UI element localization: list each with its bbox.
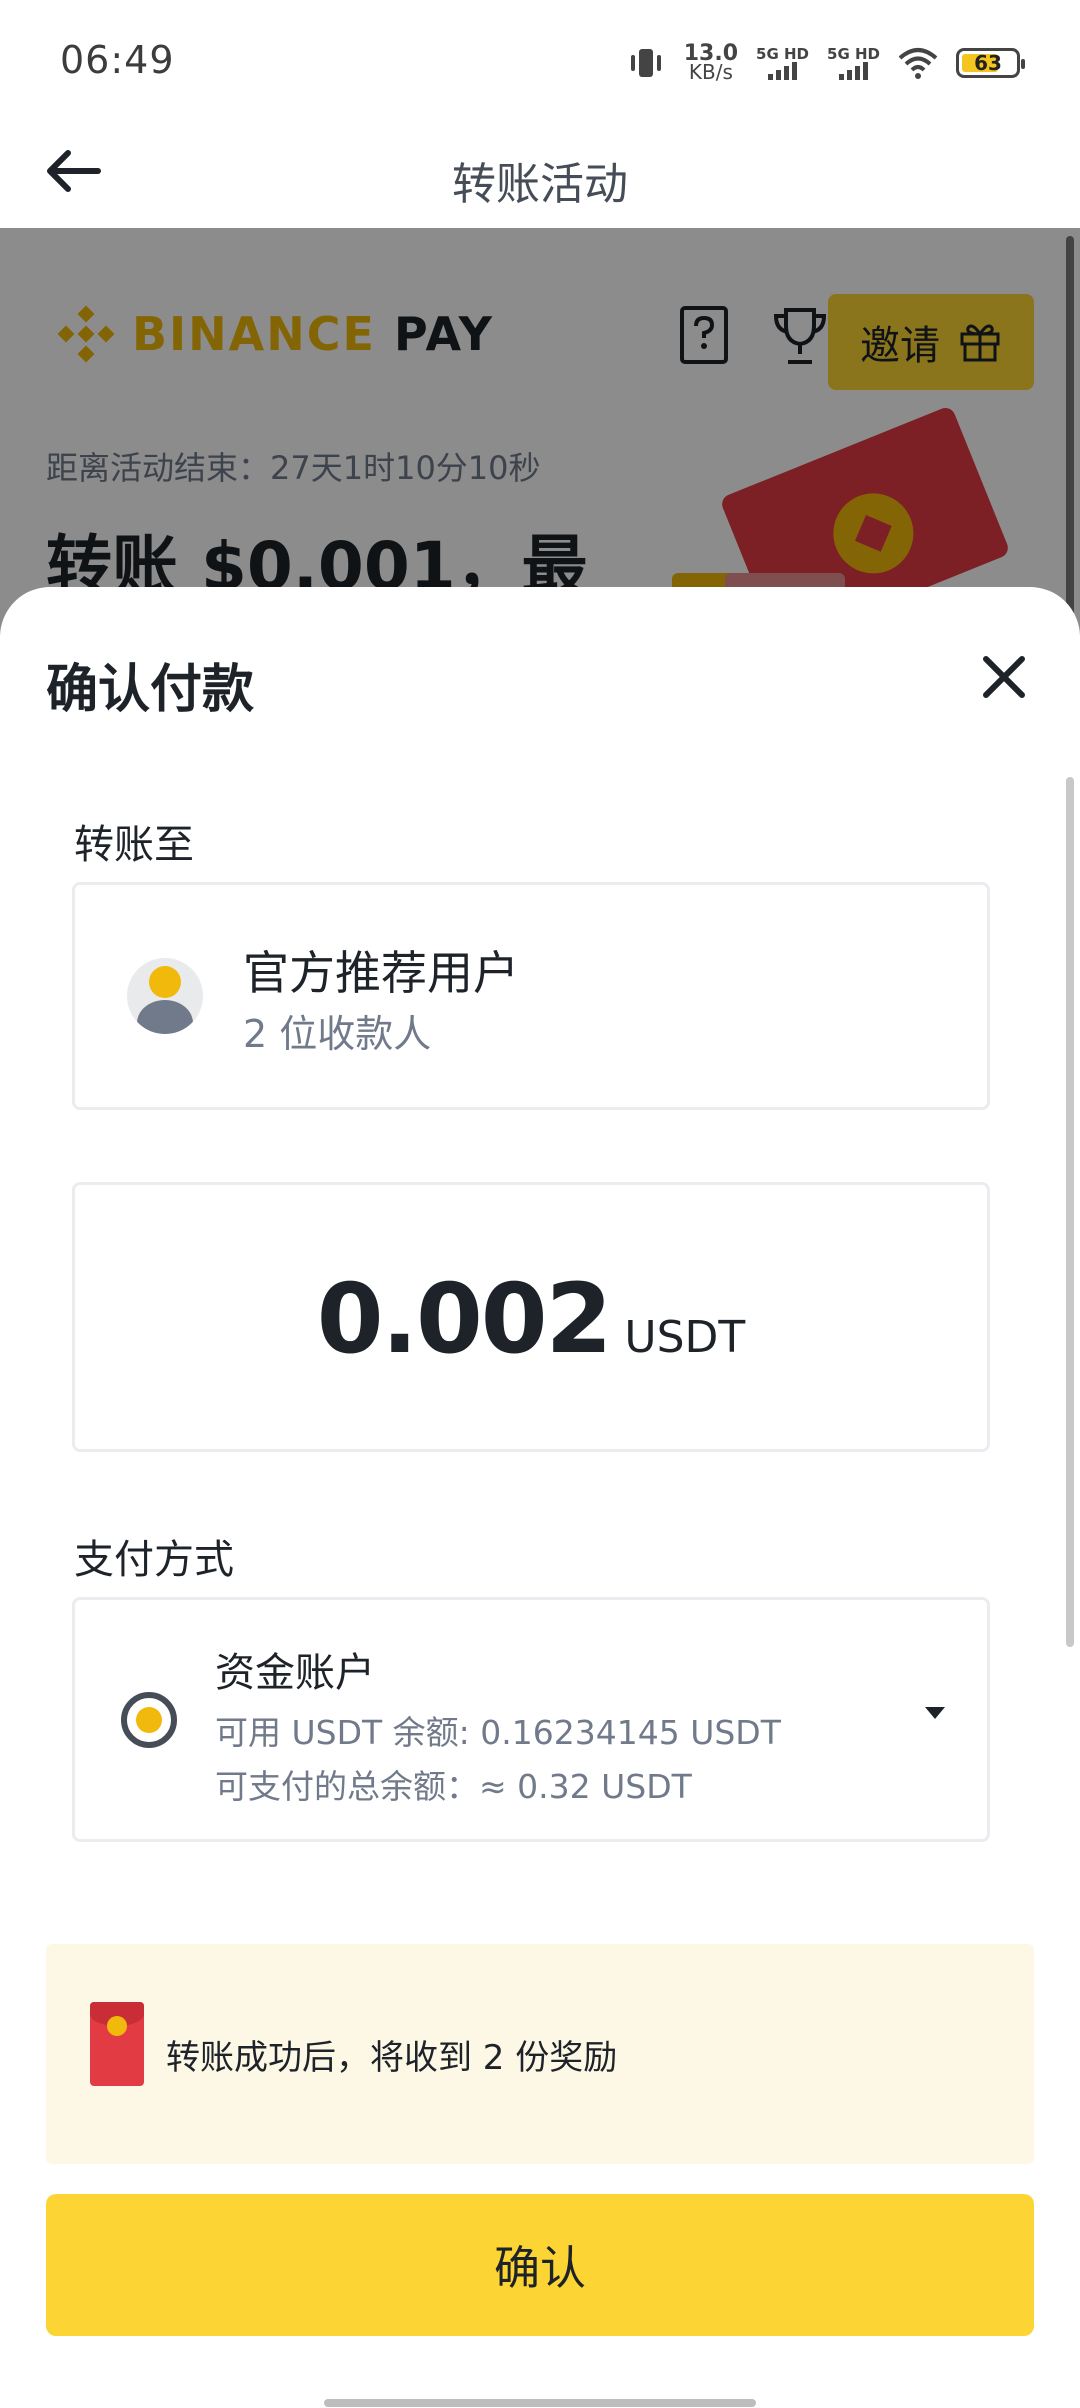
transfer-to-label: 转账至 <box>74 822 194 868</box>
funding-wallet-icon <box>121 1692 177 1748</box>
reward-banner: 转账成功后，将收到 2 份奖励 <box>46 1944 1034 2164</box>
payment-method-label: 支付方式 <box>74 1537 234 1583</box>
amount-card: 0.002 USDT <box>72 1182 990 1452</box>
confirm-button[interactable]: 确认 <box>46 2194 1034 2336</box>
account-name: 资金账户 <box>215 1650 375 1696</box>
network-speed: 13.0 KB/s <box>683 41 739 84</box>
chevron-down-icon <box>925 1707 945 1719</box>
red-packet-icon <box>90 2002 144 2086</box>
total-payable-balance: 可支付的总余额：≈ 0.32 USDT <box>215 1767 692 1806</box>
battery-icon: 63 <box>956 48 1025 78</box>
home-indicator[interactable] <box>324 2399 756 2407</box>
recipient-card[interactable]: 官方推荐用户 2 位收款人 <box>72 882 990 1110</box>
available-balance: 可用 USDT 余额: 0.16234145 USDT <box>215 1713 781 1752</box>
recipient-count: 2 位收款人 <box>243 1012 432 1056</box>
confirm-label: 确认 <box>494 2241 586 2295</box>
signal-sim1-icon: 5G HD <box>756 46 809 80</box>
avatar <box>127 958 203 1034</box>
confirm-payment-sheet: 确认付款 转账至 官方推荐用户 2 位收款人 0.002 USDT 支付方式 资… <box>0 587 1080 2408</box>
status-time: 06:49 <box>60 38 175 82</box>
recipient-name: 官方推荐用户 <box>243 946 519 1000</box>
page-title: 转账活动 <box>452 159 628 210</box>
sheet-title: 确认付款 <box>46 660 255 720</box>
vibrate-icon <box>630 49 661 77</box>
close-icon <box>983 656 1025 698</box>
amount-unit: USDT <box>624 1312 746 1363</box>
wifi-icon <box>898 48 938 79</box>
payment-method-selector[interactable]: 资金账户 可用 USDT 余额: 0.16234145 USDT 可支付的总余额… <box>72 1597 990 1842</box>
battery-level: 63 <box>974 51 1002 75</box>
status-bar: 06:49 13.0 KB/s 5G HD 5G HD 63 <box>0 0 1080 120</box>
sheet-scrollbar[interactable] <box>1066 777 1074 1647</box>
signal-sim2-icon: 5G HD <box>827 46 880 80</box>
app-header: 转账活动 <box>0 120 1080 228</box>
status-icons: 13.0 KB/s 5G HD 5G HD 63 <box>626 38 1025 88</box>
amount-value: 0.002 <box>316 1263 613 1375</box>
reward-message: 转账成功后，将收到 2 份奖励 <box>166 2038 618 2078</box>
close-button[interactable] <box>974 647 1034 707</box>
